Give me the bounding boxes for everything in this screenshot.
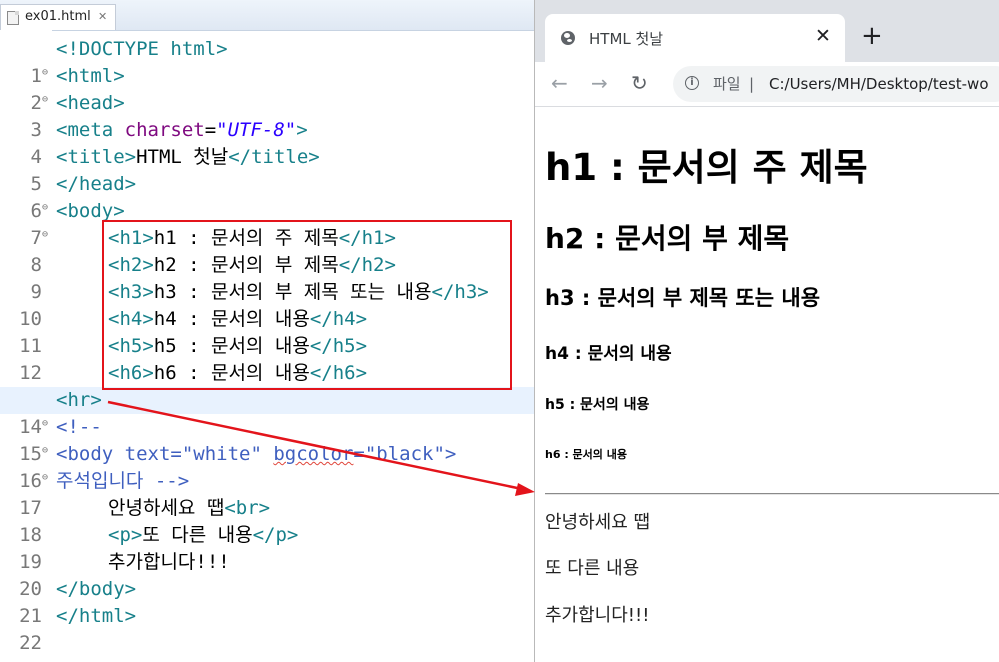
browser-toolbar: ← → ↻ i 파일 | C:/Users/MH/Desktop/test-wo bbox=[535, 62, 999, 107]
code-line[interactable]: 3 ⊖ <head> bbox=[0, 90, 540, 141]
fold-collapse-icon[interactable]: ⊖ bbox=[42, 90, 48, 110]
code-line[interactable]: 5 <title>HTML 첫날</title> bbox=[0, 144, 540, 195]
code-line[interactable]: 6 </head> bbox=[0, 171, 540, 222]
editor-tab-bar: ex01.html ✕ bbox=[0, 0, 540, 31]
close-icon[interactable]: ✕ bbox=[98, 5, 107, 29]
code-line[interactable]: 21 </body> bbox=[0, 576, 540, 627]
globe-icon bbox=[561, 31, 575, 45]
code-token: </p> bbox=[252, 524, 299, 546]
fold-collapse-icon[interactable]: ⊖ bbox=[42, 441, 48, 461]
page-heading-h5: h5 : 문서의 내용 bbox=[545, 397, 650, 413]
fold-collapse-icon[interactable]: ⊖ bbox=[42, 63, 48, 83]
address-url[interactable]: C:/Users/MH/Desktop/test-wo bbox=[769, 66, 989, 102]
close-icon[interactable]: ✕ bbox=[815, 25, 831, 47]
code-line[interactable]: 2 ⊖ <html> bbox=[0, 63, 540, 114]
code-token: <!DOCTYPE html> bbox=[56, 38, 228, 60]
line-number: 22 bbox=[19, 632, 42, 654]
fold-collapse-icon[interactable]: ⊖ bbox=[42, 198, 48, 218]
address-bar[interactable]: i 파일 | C:/Users/MH/Desktop/test-wo bbox=[673, 66, 999, 102]
back-arrow-icon[interactable]: ← bbox=[551, 70, 568, 96]
code-token: HTML 첫날 bbox=[136, 146, 229, 168]
page-paragraph: 또 다른 내용 bbox=[545, 558, 640, 579]
fold-collapse-icon[interactable]: ⊖ bbox=[42, 414, 48, 434]
code-token: <p> bbox=[108, 524, 143, 546]
code-line-current[interactable]: 14 <hr> bbox=[0, 387, 540, 438]
info-icon[interactable]: i bbox=[685, 76, 699, 90]
horizontal-rule bbox=[545, 493, 999, 495]
editor-tab-ex01[interactable]: ex01.html ✕ bbox=[0, 4, 116, 30]
code-line[interactable]: 17 ⊖ 주석입니다 --> bbox=[0, 468, 540, 519]
code-token: > bbox=[296, 119, 308, 141]
code-token: 추가합니다!!! bbox=[108, 551, 230, 573]
address-separator: | bbox=[749, 75, 755, 93]
browser-window[interactable]: HTML 첫날 ✕ + ← → ↻ i 파일 | C:/Users/MH/Des… bbox=[534, 0, 999, 662]
fold-collapse-icon[interactable]: ⊖ bbox=[42, 225, 48, 245]
code-token: <!-- bbox=[56, 416, 102, 438]
annotation-highlight-box bbox=[102, 220, 512, 390]
html-file-icon bbox=[7, 11, 19, 25]
code-line[interactable]: 19 <p>또 다른 내용</p> bbox=[0, 522, 540, 573]
new-tab-button[interactable]: + bbox=[861, 23, 883, 49]
code-line[interactable]: 4 <meta charset="UTF-8"> bbox=[0, 117, 540, 168]
page-text-line: 추가합니다!!! bbox=[545, 605, 650, 626]
code-token: 안녕하세요 땝 bbox=[108, 497, 225, 519]
page-heading-h4: h4 : 문서의 내용 bbox=[545, 344, 672, 364]
browser-tab[interactable]: HTML 첫날 ✕ bbox=[545, 14, 845, 62]
code-token: </title> bbox=[228, 146, 320, 168]
code-line[interactable]: 20 추가합니다!!! bbox=[0, 549, 540, 600]
browser-tab-strip: HTML 첫날 ✕ + bbox=[535, 0, 999, 62]
address-scheme-label: 파일 bbox=[713, 75, 741, 93]
page-heading-h3: h3 : 문서의 부 제목 또는 내용 bbox=[545, 286, 821, 310]
code-token: </head> bbox=[56, 173, 137, 195]
fold-collapse-icon[interactable]: ⊖ bbox=[42, 468, 48, 488]
forward-arrow-icon[interactable]: → bbox=[591, 70, 608, 96]
page-heading-h6: h6 : 문서의 내용 bbox=[545, 448, 627, 461]
code-line[interactable]: 1 <!DOCTYPE html> bbox=[0, 36, 540, 87]
reload-icon[interactable]: ↻ bbox=[631, 70, 648, 96]
code-token: <html> bbox=[56, 65, 125, 87]
code-token: <br> bbox=[224, 497, 271, 519]
code-token: "UTF-8" bbox=[216, 119, 297, 141]
code-token: <title> bbox=[56, 146, 137, 168]
code-editor[interactable]: ex01.html ✕ 1 <!DOCTYPE html> 2 ⊖ <html>… bbox=[0, 0, 540, 662]
code-line[interactable]: 15 ⊖ <!-- bbox=[0, 414, 540, 465]
code-token: 주석입니다 --> bbox=[56, 470, 190, 492]
page-text-line: 안녕하세요 땝 bbox=[545, 512, 651, 533]
code-line[interactable]: 22 </html> bbox=[0, 603, 540, 654]
code-token: <hr> bbox=[56, 389, 102, 411]
code-token: </body> bbox=[56, 578, 137, 600]
code-token: = bbox=[204, 119, 217, 141]
code-line[interactable]: 18 안녕하세요 땝<br> bbox=[0, 495, 540, 546]
rendered-page: h1 : 문서의 주 제목 h2 : 문서의 부 제목 h3 : 문서의 부 제… bbox=[535, 107, 999, 662]
code-token: 또 다른 내용 bbox=[142, 524, 253, 546]
code-line[interactable]: 16 ⊖ <body text="white" bgcolor="black"> bbox=[0, 441, 540, 492]
code-token: </html> bbox=[56, 605, 137, 627]
code-token: <body text="white" bbox=[56, 443, 274, 465]
page-heading-h2: h2 : 문서의 부 제목 bbox=[545, 222, 790, 255]
code-token: <body> bbox=[56, 200, 125, 222]
code-token: <head> bbox=[56, 92, 125, 114]
code-token: ="black"> bbox=[353, 443, 457, 465]
editor-tab-label: ex01.html bbox=[25, 9, 91, 24]
browser-tab-title: HTML 첫날 bbox=[589, 30, 664, 48]
code-token: charset bbox=[124, 119, 205, 141]
code-token: <meta bbox=[56, 119, 125, 141]
spelling-warning-token: bgcolor bbox=[273, 443, 354, 465]
page-heading-h1: h1 : 문서의 주 제목 bbox=[545, 146, 868, 189]
